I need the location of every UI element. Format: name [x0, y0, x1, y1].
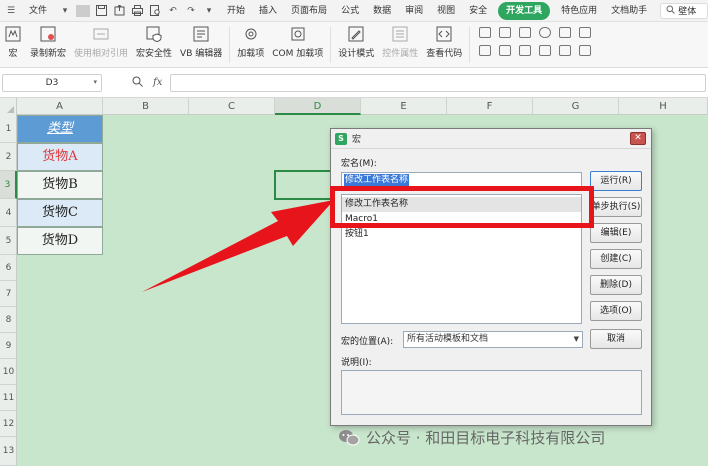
close-icon[interactable]: ✕	[630, 132, 646, 145]
cancel-button[interactable]: 取消	[590, 329, 642, 349]
macro-dialog: S 宏 ✕ 宏名(M): 修改工作表名称 修改工作表名称 Macro1 按钮1 …	[330, 128, 652, 426]
wps-logo-icon: S	[335, 132, 347, 145]
list-item[interactable]: 按钮1	[342, 227, 581, 242]
run-button[interactable]: 运行(R)	[590, 171, 642, 191]
watermark-text: 公众号 · 和田目标电子科技有限公司	[366, 429, 606, 447]
description-box	[341, 370, 642, 415]
macro-name-label: 宏名(M):	[341, 159, 377, 169]
chevron-down-icon[interactable]: ▼	[574, 332, 579, 347]
watermark: 公众号 · 和田目标电子科技有限公司	[338, 427, 605, 448]
step-into-button[interactable]: 单步执行(S)	[590, 197, 642, 217]
options-button[interactable]: 选项(O)	[590, 301, 642, 321]
dialog-title: 宏	[352, 135, 362, 145]
description-label: 说明(I):	[341, 358, 372, 368]
edit-button[interactable]: 编辑(E)	[590, 223, 642, 243]
create-button[interactable]: 创建(C)	[590, 249, 642, 269]
wechat-icon	[338, 429, 360, 447]
dialog-titlebar[interactable]: S 宏	[331, 129, 651, 149]
highlight-box	[330, 186, 594, 228]
location-value: 所有活动模板和文档	[407, 334, 489, 344]
delete-button[interactable]: 删除(D)	[590, 275, 642, 295]
location-select[interactable]: 所有活动模板和文档 ▼	[403, 331, 583, 348]
location-label: 宏的位置(A):	[341, 337, 394, 347]
